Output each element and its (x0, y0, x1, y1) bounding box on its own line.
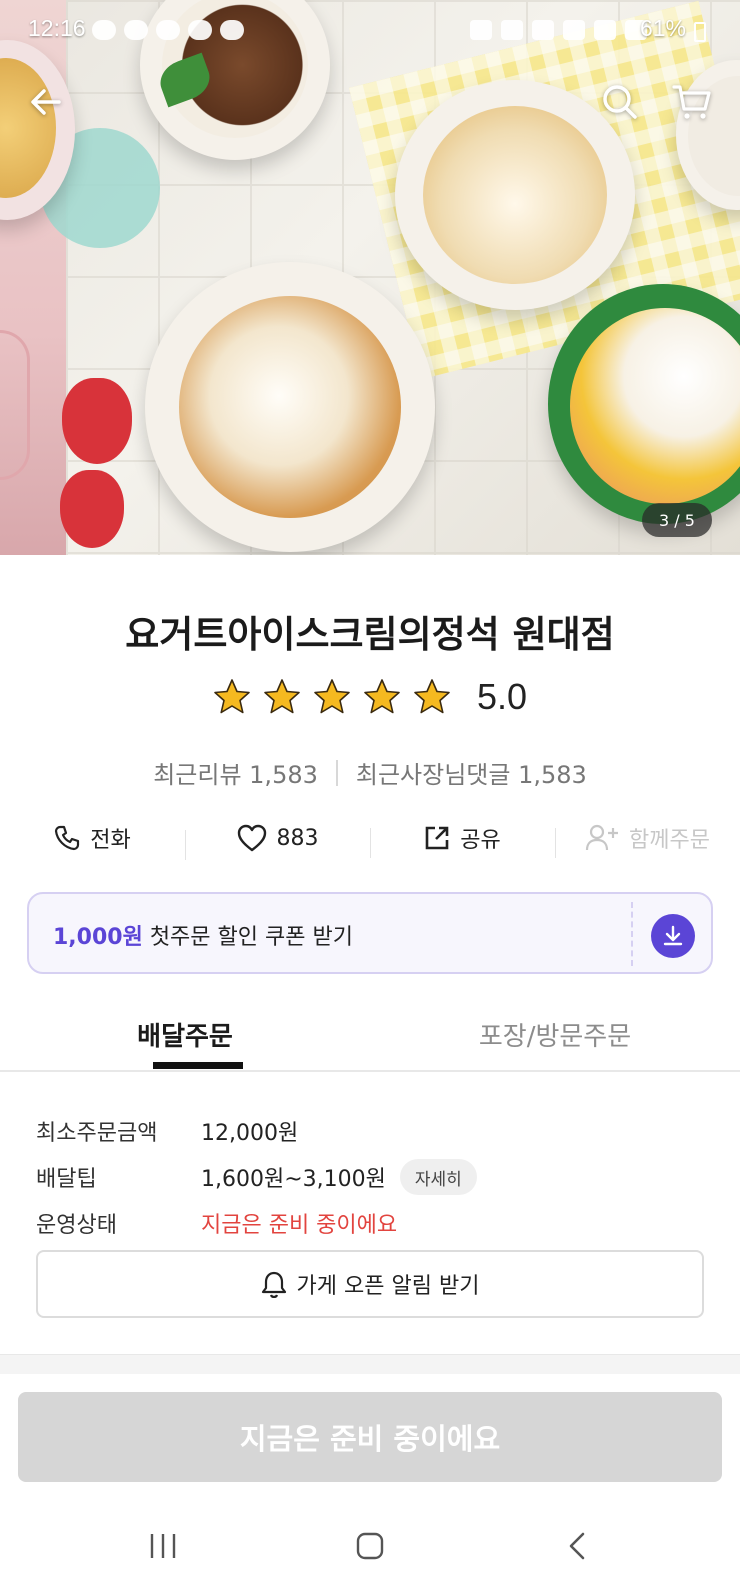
5g-icon (594, 20, 616, 40)
cart-button[interactable] (668, 78, 716, 126)
battery-icon (694, 22, 706, 42)
section-divider (0, 1354, 740, 1374)
phone-icon (55, 825, 80, 851)
min-order-row: 최소주문금액 12,000원 (36, 1108, 706, 1154)
strawberry (60, 470, 124, 548)
coupon-amount: 1,000원 (53, 925, 143, 950)
order-button-disabled[interactable]: 지금은 준비 중이에요 (18, 1392, 722, 1482)
battery-saver-icon (470, 20, 492, 40)
home-icon (356, 1532, 384, 1560)
operation-status-row: 운영상태 지금은 준비 중이에요 (36, 1200, 706, 1246)
delivery-tip-label: 배달팁 (36, 1167, 97, 1192)
add-user-icon (585, 824, 619, 851)
search-icon (603, 85, 637, 119)
notification-icons (92, 20, 244, 40)
back-button[interactable] (22, 78, 70, 126)
coupon-divider (631, 902, 633, 966)
store-rating: 5.0 (0, 676, 740, 718)
review-counts: 최근리뷰 1,583 최근사장님댓글 1,583 (0, 755, 740, 790)
status-time: 12:16 (28, 15, 86, 41)
star-icon (264, 679, 300, 714)
min-order-value: 12,000원 (201, 1121, 299, 1146)
open-notification-button[interactable]: 가게 오픈 알림 받기 (36, 1250, 704, 1318)
min-order-label: 최소주문금액 (36, 1121, 158, 1146)
share-icon (425, 826, 449, 850)
order-type-tabs: 배달주문 포장/방문주문 (0, 1000, 740, 1072)
webtoon-icon (220, 20, 244, 40)
coupon-text: 1,000원 첫주문 할인 쿠폰 받기 (53, 919, 353, 951)
system-back-button[interactable] (547, 1521, 607, 1571)
gallery-icon (188, 20, 212, 40)
owner-replies-link[interactable]: 최근사장님댓글 1,583 (356, 755, 587, 790)
recent-apps-icon (151, 1534, 176, 1558)
cart-icon (672, 85, 711, 119)
favorite-count: 883 (276, 825, 319, 851)
store-actions: 전화 883 공유 함께주문 (0, 815, 740, 861)
plate-edge (0, 330, 30, 480)
system-icons (470, 20, 647, 40)
image-counter: 3 / 5 (642, 503, 712, 537)
rating-score: 5.0 (476, 676, 528, 717)
open-notification-label: 가게 오픈 알림 받기 (296, 1274, 480, 1299)
talk-icon (124, 20, 148, 40)
favorite-button[interactable]: 883 (185, 824, 370, 860)
store-name: 요거트아이스크림의정석 원대점 (125, 613, 615, 656)
bell-icon (261, 1271, 286, 1298)
star-icon (214, 679, 250, 714)
share-label: 공유 (460, 828, 501, 853)
star-icon (414, 679, 450, 714)
operation-status-label: 운영상태 (36, 1213, 117, 1238)
status-bar: 12:16 61% (0, 0, 740, 62)
heart-icon (237, 824, 266, 852)
battery-level: 61% (639, 15, 686, 41)
delivery-info: 최소주문금액 12,000원 배달팁 1,600원~3,100원 자세히 운영상… (36, 1108, 706, 1246)
system-navigation-bar (0, 1505, 740, 1587)
rating-stars (213, 678, 451, 716)
strawberry (62, 378, 132, 464)
star-icon (314, 679, 350, 714)
recent-apps-button[interactable] (133, 1521, 193, 1571)
star-icon (364, 679, 400, 714)
share-button[interactable]: 공유 (370, 822, 555, 858)
mute-icon (532, 20, 554, 40)
coupon-download-button[interactable] (651, 914, 695, 958)
tip-detail-button[interactable]: 자세히 (399, 1159, 477, 1195)
hd-voice-icon (563, 20, 585, 40)
home-button[interactable] (340, 1521, 400, 1571)
delivery-tip-value: 1,600원~3,100원 (201, 1167, 386, 1192)
active-tab-indicator (153, 1062, 243, 1069)
tab-pickup[interactable]: 포장/방문주문 (370, 1000, 740, 1070)
delivery-tip-row: 배달팁 1,600원~3,100원 자세히 (36, 1154, 706, 1200)
tab-delivery[interactable]: 배달주문 (0, 1000, 370, 1070)
search-button[interactable] (596, 78, 644, 126)
arrow-left-icon (31, 89, 61, 115)
call-button[interactable]: 전화 (0, 822, 185, 854)
granola-bowl (145, 262, 435, 552)
chevron-left-icon (569, 1532, 584, 1560)
group-order-label: 함께주문 (629, 828, 710, 853)
operation-status-value: 지금은 준비 중이에요 (201, 1213, 398, 1238)
bowl-icon (156, 20, 180, 40)
group-order-button[interactable]: 함께주문 (555, 822, 740, 858)
recent-reviews-link[interactable]: 최근리뷰 1,583 (153, 755, 318, 790)
call-label: 전화 (90, 828, 131, 853)
alarm-icon (501, 20, 523, 40)
talk-icon (92, 20, 116, 40)
first-order-coupon[interactable]: 1,000원 첫주문 할인 쿠폰 받기 (27, 892, 713, 974)
coupon-description: 첫주문 할인 쿠폰 받기 (142, 925, 353, 950)
divider (335, 759, 338, 786)
tab-pickup-label: 포장/방문주문 (478, 1022, 632, 1052)
download-icon (663, 925, 683, 946)
tab-delivery-label: 배달주문 (137, 1022, 233, 1052)
